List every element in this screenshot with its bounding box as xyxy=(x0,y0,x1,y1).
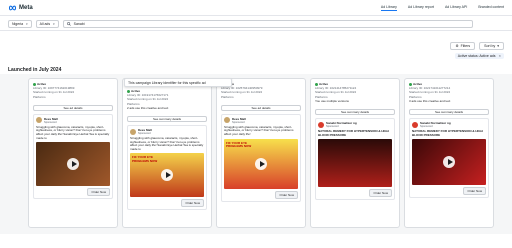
ad-preview: Sanabi Normalizer ng Sponsored NATURAL RE… xyxy=(409,118,489,199)
ad-video[interactable] xyxy=(36,142,110,187)
cta-row: Order Now xyxy=(224,190,298,199)
advertiser[interactable]: Dees Mall Sponsored xyxy=(130,128,204,135)
play-icon[interactable] xyxy=(255,157,267,170)
cta-row: Order Now xyxy=(318,189,392,198)
ad-category-value: All ads xyxy=(39,21,51,26)
country-value: Nigeria xyxy=(12,21,24,26)
ad-card: Active Library ID: 1019174176627171 Star… xyxy=(122,78,212,228)
ad-body: Struggling with glaucoma, cataracts, myo… xyxy=(130,136,204,151)
filters-icon: ⚙ xyxy=(455,44,459,48)
see-summary-details-button[interactable]: See summary details xyxy=(126,116,208,123)
section-title: Launched in July 2024 xyxy=(8,67,62,73)
nav-branded-content[interactable]: Branded content xyxy=(478,5,504,11)
chevron-down-icon: ▾ xyxy=(497,44,499,48)
close-icon[interactable]: ✕ xyxy=(498,54,501,58)
logo-text: Meta xyxy=(19,4,33,11)
ad-card: Active Library ID: 1021741011277214 Star… xyxy=(404,78,494,228)
ad-image[interactable] xyxy=(318,139,392,188)
active-status-chip[interactable]: Active status: Active ads ✕ xyxy=(454,53,504,59)
advertiser[interactable]: Sanabi Normalizer ng Sponsored xyxy=(412,121,486,128)
meta-infinity-icon xyxy=(8,5,17,10)
media-headline: FIX YOUR EYE PROBLEMS NOW xyxy=(226,140,252,148)
cta-row: Order Now xyxy=(412,187,486,196)
ad-preview: Sanabi Normalizer ng Sponsored NATURAL RE… xyxy=(315,118,395,201)
sponsored-label: Sponsored xyxy=(44,120,57,124)
play-icon[interactable] xyxy=(443,156,455,169)
search-input[interactable]: Sanabi xyxy=(62,19,473,28)
creative-note: You use multiple versions xyxy=(315,98,349,103)
sort-label: Sort by xyxy=(484,44,496,48)
search-icon xyxy=(66,21,71,26)
creative-note: 2 ads use this creative and text xyxy=(127,105,169,110)
search-row: Nigeria ▾ All ads ▾ Sanabi xyxy=(0,17,512,31)
platforms-label: Platforms xyxy=(221,94,234,99)
sponsored-label: Sponsored xyxy=(232,120,245,124)
library-id-tooltip: This campaign Library identifier for thi… xyxy=(124,78,232,87)
top-nav: Ad Library Ad Library report Ad Library … xyxy=(380,5,504,11)
order-now-button[interactable]: Order Now xyxy=(87,188,110,197)
advertiser[interactable]: Dees Mall Sponsored xyxy=(224,117,298,124)
ad-card: Active Library ID: 1021414785271124 Star… xyxy=(310,78,400,228)
active-dot-icon xyxy=(127,89,130,93)
advertiser[interactable]: Sanabi Normalizer ng Sponsored xyxy=(318,121,392,128)
active-dot-icon xyxy=(33,82,36,86)
media-headline: FIX YOUR EYE PROBLEMS NOW xyxy=(132,155,158,163)
ad-category-select[interactable]: All ads ▾ xyxy=(35,19,59,28)
sponsored-label: Sponsored xyxy=(326,125,339,129)
active-dot-icon xyxy=(315,82,318,86)
ad-body: NATURAL REMEDY FOR HYPERTENSION & HIGH B… xyxy=(318,129,389,137)
ad-preview: Dees Mall Sponsored Struggling with glauc… xyxy=(127,125,207,211)
filters-button[interactable]: ⚙ Filters xyxy=(450,42,476,50)
see-ad-details-button[interactable]: See ad details xyxy=(220,104,302,111)
play-icon[interactable] xyxy=(161,169,173,182)
see-summary-details-button[interactable]: See summary details xyxy=(408,109,490,116)
filters-label: Filters xyxy=(460,44,471,48)
play-icon[interactable] xyxy=(67,158,79,171)
ad-card: Active Library ID: 1097774162019899 Star… xyxy=(28,78,118,228)
sponsored-label: Sponsored xyxy=(420,125,433,129)
order-now-button[interactable]: Order Now xyxy=(275,190,298,199)
cta-row: Order Now xyxy=(130,199,204,208)
sort-button[interactable]: Sort by ▾ xyxy=(479,42,504,50)
see-summary-details-button[interactable]: See summary details xyxy=(314,109,396,116)
see-ad-details-button[interactable]: See ad details xyxy=(32,104,114,111)
order-now-button[interactable]: Order Now xyxy=(369,189,392,198)
nav-ad-library-api[interactable]: Ad Library API xyxy=(445,5,467,11)
search-query: Sanabi xyxy=(73,21,85,26)
nav-ad-library-report[interactable]: Ad Library report xyxy=(408,5,434,11)
avatar xyxy=(318,121,324,128)
advertiser[interactable]: Dees Mall Sponsored xyxy=(36,117,110,124)
ad-body: NATURAL REMEDY FOR HYPERTENSION & HIGH B… xyxy=(412,129,483,137)
meta-logo[interactable]: Meta xyxy=(8,5,33,11)
country-select[interactable]: Nigeria ▾ xyxy=(8,19,32,28)
order-now-button[interactable]: Order Now xyxy=(181,199,204,208)
ad-body: Struggling with glaucoma, cataracts, myo… xyxy=(36,124,110,140)
ad-card: Active Library ID: 1025794140950979 Star… xyxy=(216,78,306,228)
avatar xyxy=(412,121,418,128)
avatar xyxy=(224,117,230,124)
creative-note: 3 ads use this creative and text xyxy=(409,98,451,103)
cta-row: Order Now xyxy=(36,188,110,197)
filter-controls: ⚙ Filters Sort by ▾ xyxy=(450,42,504,50)
platforms-label: Platforms xyxy=(33,94,46,99)
chevron-down-icon: ▾ xyxy=(53,21,55,26)
active-dot-icon xyxy=(409,82,412,86)
top-bar: Meta Ad Library Ad Library report Ad Lib… xyxy=(0,0,512,16)
order-now-button[interactable]: Order Now xyxy=(463,187,486,196)
ad-preview: Dees Mall Sponsored Struggling with glauc… xyxy=(221,113,301,202)
ad-video[interactable]: FIX YOUR EYE PROBLEMS NOW xyxy=(224,138,298,189)
ad-body: Struggling with glaucoma, cataracts, myo… xyxy=(224,124,294,136)
ad-video[interactable]: FIX YOUR EYE PROBLEMS NOW xyxy=(130,153,204,198)
sponsored-label: Sponsored xyxy=(138,132,151,136)
avatar xyxy=(36,117,42,124)
nav-ad-library[interactable]: Ad Library xyxy=(380,5,397,11)
ad-video[interactable] xyxy=(412,139,486,186)
avatar xyxy=(130,128,136,135)
active-status-label: Active status: Active ads xyxy=(457,54,496,58)
ad-preview: Dees Mall Sponsored Struggling with glauc… xyxy=(33,113,113,200)
chevron-down-icon: ▾ xyxy=(26,21,28,26)
